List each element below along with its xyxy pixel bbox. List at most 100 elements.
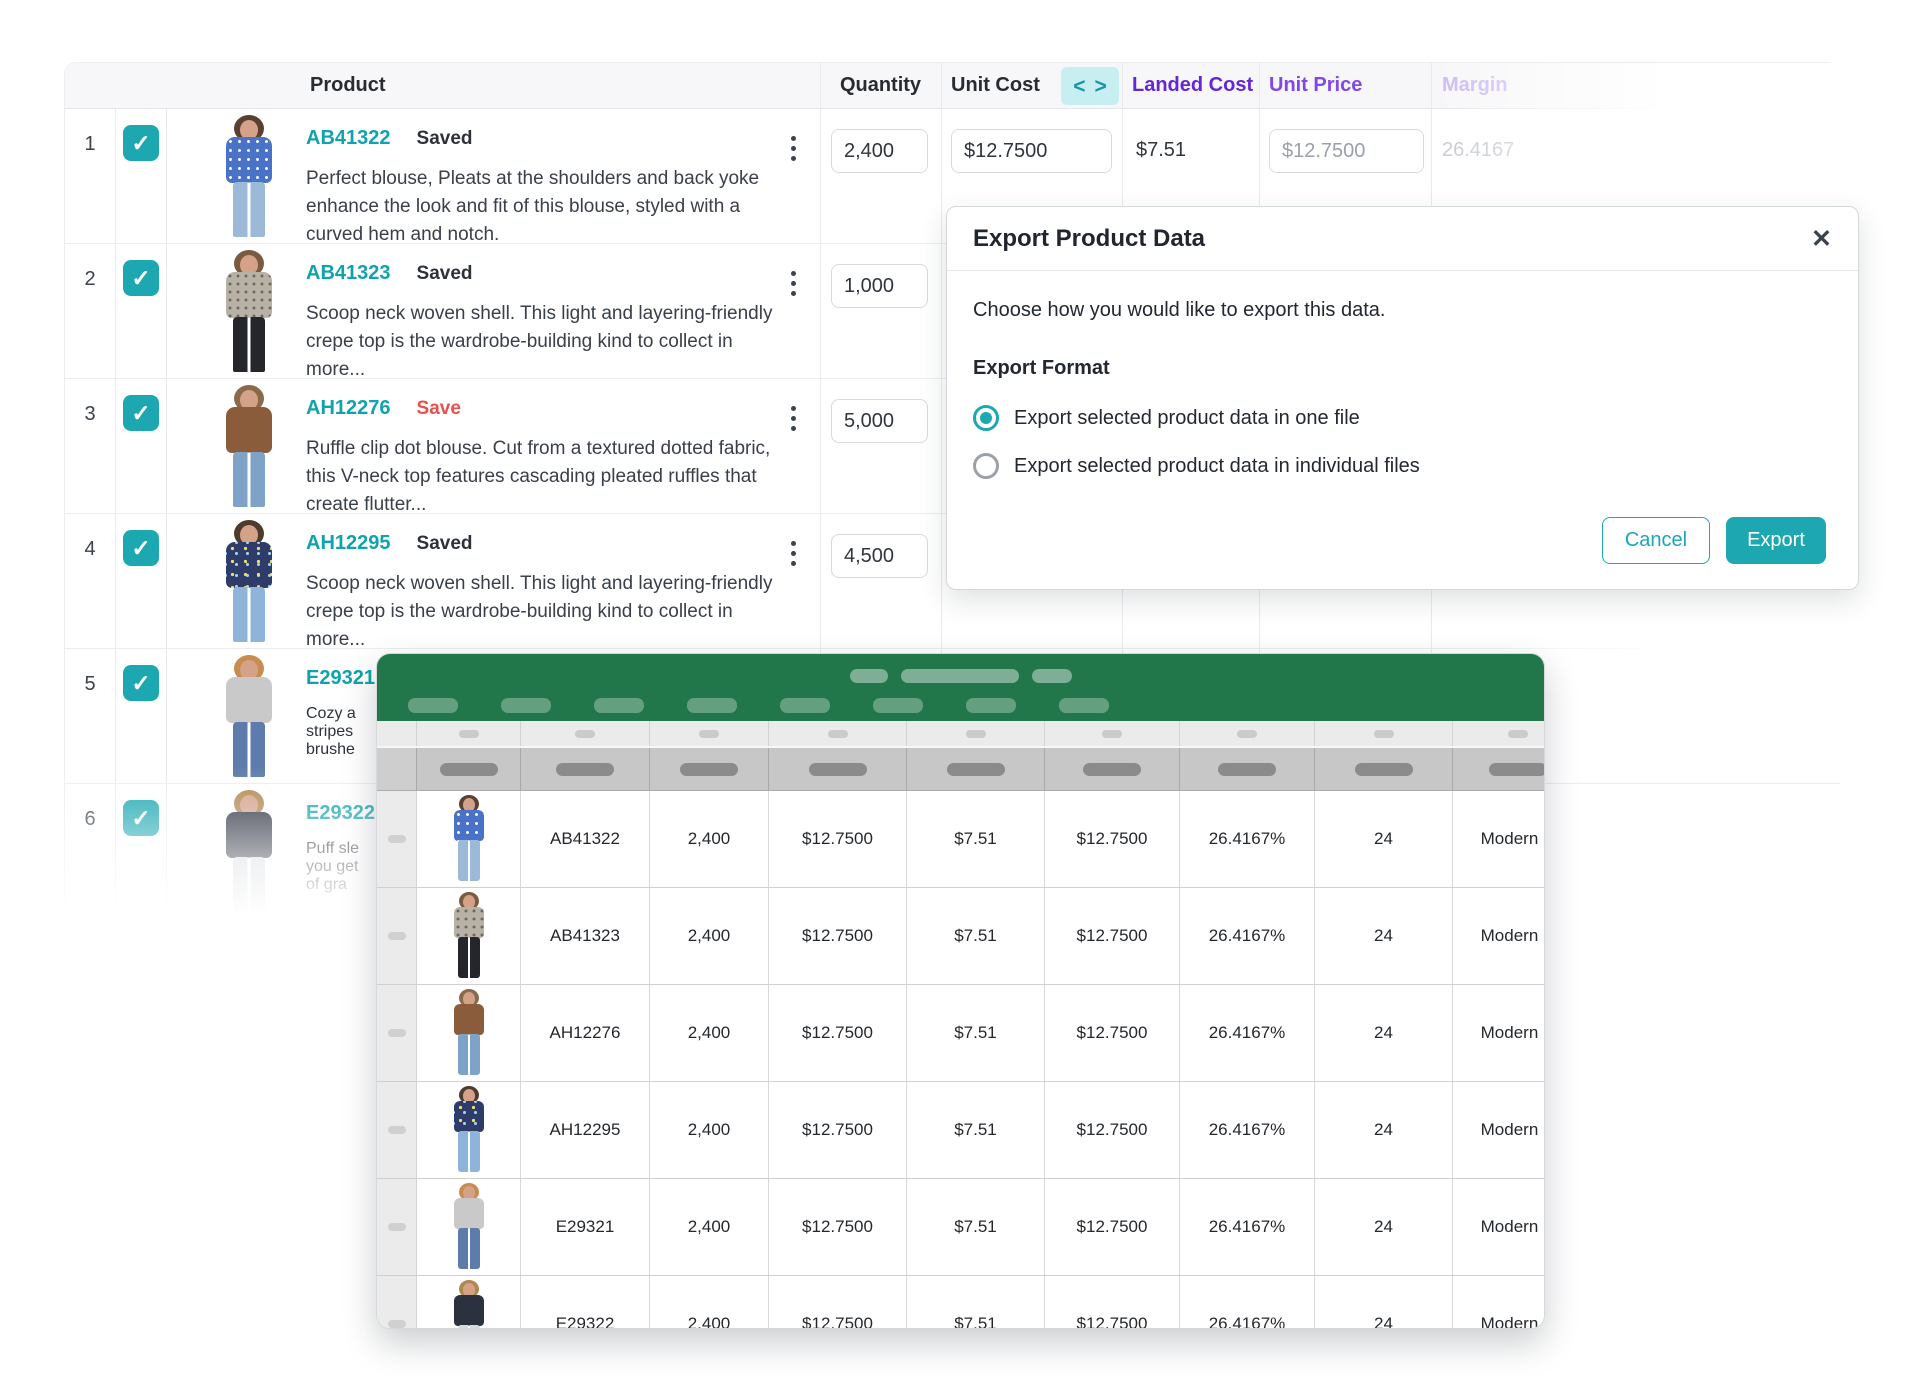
row-number: 6 (65, 808, 115, 831)
product-code-link[interactable]: AH12295 (306, 532, 391, 555)
menu-placeholder-pills (408, 698, 1109, 713)
spreadsheet-titlebar (377, 654, 1544, 721)
cell-landed-cost: $7.51 (907, 888, 1045, 984)
modal-footer: Cancel Export (1602, 517, 1826, 564)
spreadsheet-row: E29321 2,400 $12.7500 $7.51 $12.7500 26.… (377, 1179, 1544, 1276)
cell-landed-cost: $7.51 (907, 1179, 1045, 1275)
product-code-link[interactable]: E29321 (306, 667, 375, 690)
product-photo (213, 655, 285, 779)
quantity-input[interactable] (831, 534, 928, 578)
header-product: Product (310, 74, 386, 97)
product-code-link[interactable]: AH12276 (306, 397, 391, 420)
product-description: Ruffle clip dot blouse. Cut from a textu… (306, 435, 781, 519)
cell-landed-cost: $7.51 (907, 791, 1045, 887)
cell-quantity: 2,400 (650, 791, 769, 887)
row-checkbox[interactable]: ✓ (123, 260, 159, 296)
radio-selected-icon (973, 405, 999, 431)
row-checkbox[interactable]: ✓ (123, 800, 159, 836)
cancel-button[interactable]: Cancel (1602, 517, 1710, 564)
product-code-link[interactable]: E29322 (306, 802, 375, 825)
product-description: Scoop neck woven shell. This light and l… (306, 570, 781, 654)
spreadsheet-row: E29322 2,400 $12.7500 $7.51 $12.7500 26.… (377, 1276, 1544, 1329)
cell-units: 24 (1315, 985, 1453, 1081)
header-unit-cost: Unit Cost (951, 74, 1040, 97)
kebab-menu-icon[interactable] (783, 403, 803, 433)
row-checkbox[interactable]: ✓ (123, 665, 159, 701)
cell-margin: 26.4167% (1180, 985, 1315, 1081)
cell-unit-price: $12.7500 (1045, 1276, 1180, 1329)
cell-code: E29322 (521, 1276, 650, 1329)
spreadsheet-row: AB41323 2,400 $12.7500 $7.51 $12.7500 26… (377, 888, 1544, 985)
quantity-input[interactable] (831, 399, 928, 443)
cell-units: 24 (1315, 1179, 1453, 1275)
row-checkbox[interactable]: ✓ (123, 395, 159, 431)
close-icon[interactable]: ✕ (1811, 227, 1832, 252)
cell-unit-price: $12.7500 (1045, 1082, 1180, 1178)
titlebar-placeholder-pills (377, 669, 1544, 683)
product-photo (446, 1086, 492, 1174)
product-info: AB41323 Saved Scoop neck woven shell. Th… (306, 262, 781, 384)
cell-brand: Modern B (1453, 1276, 1545, 1329)
cell-code: AB41322 (521, 791, 650, 887)
cell-unit-cost: $12.7500 (769, 985, 907, 1081)
cell-landed-cost: $7.51 (907, 1276, 1045, 1329)
product-info: AH12276 Save Ruffle clip dot blouse. Cut… (306, 397, 781, 519)
table-header: Product Quantity Unit Cost < > Landed Co… (65, 63, 1840, 109)
cell-units: 24 (1315, 791, 1453, 887)
cell-brand: Modern B (1453, 1179, 1545, 1275)
product-code-link[interactable]: AB41322 (306, 127, 391, 150)
product-description: Perfect blouse, Pleats at the shoulders … (306, 165, 781, 249)
landed-cost-value: $7.51 (1136, 139, 1186, 162)
cell-unit-cost: $12.7500 (769, 888, 907, 984)
save-button[interactable]: Save (417, 398, 461, 420)
quantity-input[interactable] (831, 264, 928, 308)
modal-divider (947, 270, 1858, 271)
status-label: Saved (417, 263, 473, 285)
cell-unit-price: $12.7500 (1045, 791, 1180, 887)
cell-quantity: 2,400 (650, 888, 769, 984)
product-photo (446, 1280, 492, 1329)
check-icon: ✓ (131, 807, 150, 830)
product-photo (213, 790, 285, 914)
row-checkbox[interactable]: ✓ (123, 530, 159, 566)
product-photo (213, 115, 285, 239)
quantity-input[interactable] (831, 129, 928, 173)
cell-brand: Modern B (1453, 888, 1545, 984)
product-photo (213, 250, 285, 374)
chevron-left-icon[interactable]: < (1073, 76, 1085, 97)
check-icon: ✓ (131, 537, 150, 560)
cell-code: AB41323 (521, 888, 650, 984)
check-icon: ✓ (131, 402, 150, 425)
header-unit-price: Unit Price (1269, 74, 1362, 97)
cell-margin: 26.4167% (1180, 1276, 1315, 1329)
radio-option-individual-files[interactable]: Export selected product data in individu… (973, 453, 1420, 479)
cell-margin: 26.4167% (1180, 888, 1315, 984)
modal-description: Choose how you would like to export this… (973, 299, 1385, 322)
radio-option-one-file[interactable]: Export selected product data in one file (973, 405, 1360, 431)
export-button[interactable]: Export (1726, 517, 1826, 564)
cell-unit-cost: $12.7500 (769, 1179, 907, 1275)
unit-price-input[interactable] (1269, 129, 1424, 173)
unit-cost-input[interactable] (951, 129, 1112, 173)
cell-code: E29321 (521, 1179, 650, 1275)
cell-brand: Modern B (1453, 1082, 1545, 1178)
kebab-menu-icon[interactable] (783, 268, 803, 298)
page: Product Quantity Unit Cost < > Landed Co… (0, 0, 1920, 1400)
header-quantity: Quantity (820, 74, 941, 97)
cell-landed-cost: $7.51 (907, 1082, 1045, 1178)
cell-margin: 26.4167% (1180, 791, 1315, 887)
row-number: 5 (65, 673, 115, 696)
kebab-menu-icon[interactable] (783, 133, 803, 163)
column-scroll-control[interactable]: < > (1061, 67, 1119, 105)
product-info: AH12295 Saved Scoop neck woven shell. Th… (306, 532, 781, 654)
kebab-menu-icon[interactable] (783, 538, 803, 568)
product-photo (446, 989, 492, 1077)
cell-quantity: 2,400 (650, 1082, 769, 1178)
row-checkbox[interactable]: ✓ (123, 125, 159, 161)
cell-unit-cost: $12.7500 (769, 1082, 907, 1178)
status-label: Saved (417, 128, 473, 150)
cell-margin: 26.4167% (1180, 1179, 1315, 1275)
check-icon: ✓ (131, 132, 150, 155)
chevron-right-icon[interactable]: > (1095, 76, 1107, 97)
product-code-link[interactable]: AB41323 (306, 262, 391, 285)
